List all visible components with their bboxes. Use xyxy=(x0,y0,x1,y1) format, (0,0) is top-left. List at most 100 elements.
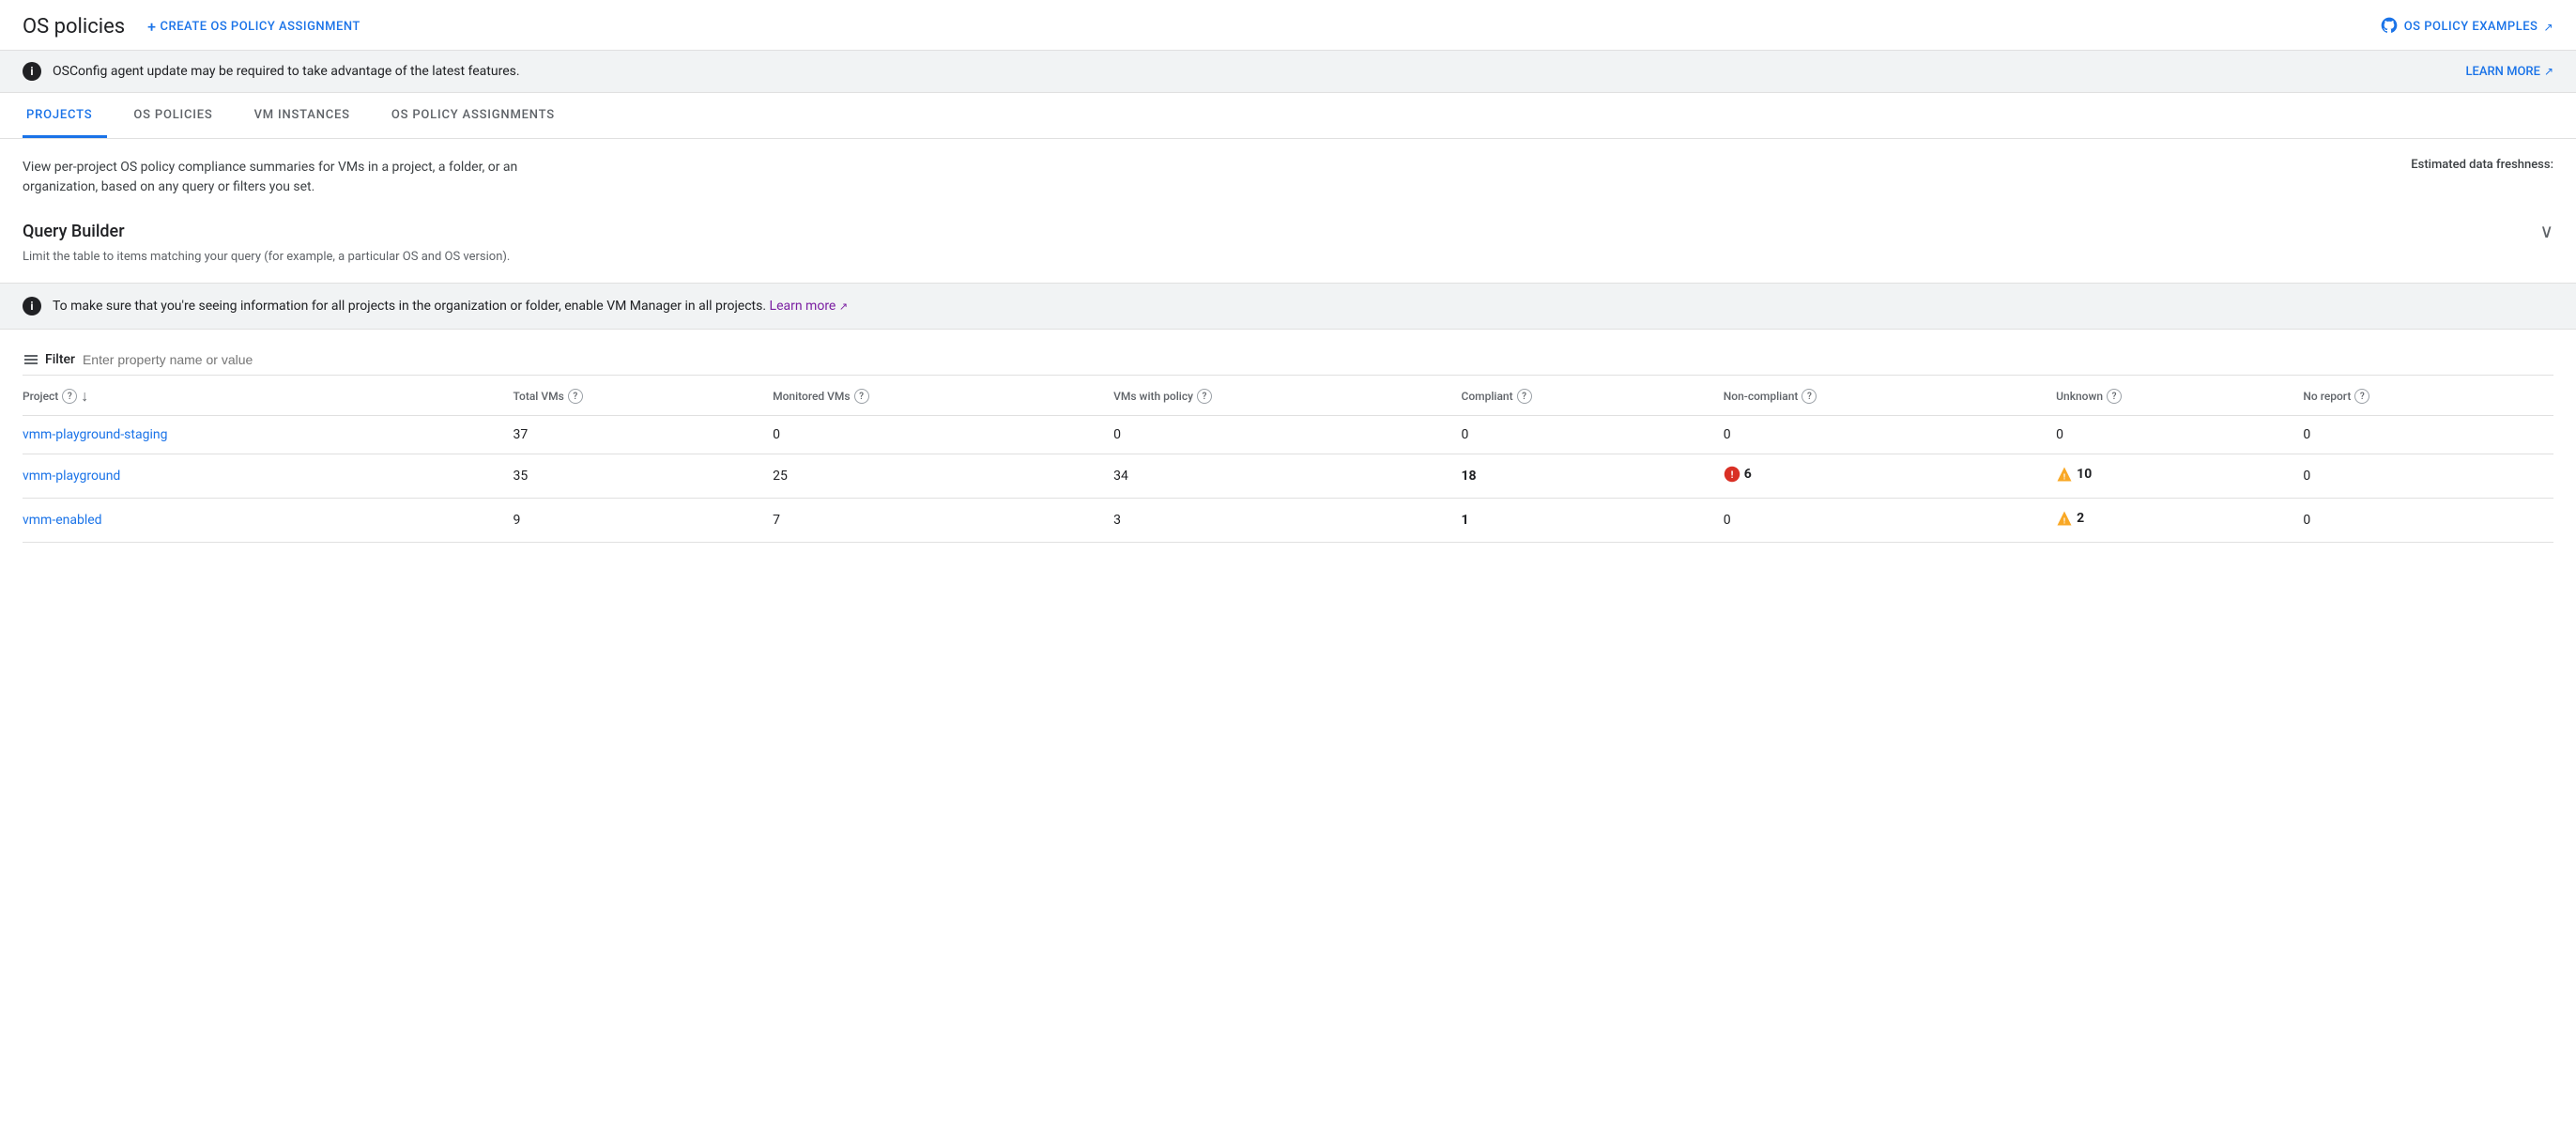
query-builder: Query Builder ∨ Limit the table to items… xyxy=(23,220,2553,264)
project-link[interactable]: vmm-playground xyxy=(23,469,120,484)
cell-monitored-vms: 7 xyxy=(773,499,1113,543)
github-icon xyxy=(2380,16,2399,38)
cell-non-compliant: 0 xyxy=(1724,416,2056,454)
tab-projects[interactable]: PROJECTS xyxy=(23,93,107,138)
cell-project: vmm-playground xyxy=(23,454,514,499)
info-banner-left: i OSConfig agent update may be required … xyxy=(23,62,520,81)
create-os-policy-link[interactable]: + CREATE OS POLICY ASSIGNMENT xyxy=(147,18,360,36)
filter-icon xyxy=(23,355,39,364)
info-banner-2: i To make sure that you're seeing inform… xyxy=(0,283,2576,330)
cell-total-vms: 37 xyxy=(514,416,774,454)
col-vms-with-policy: VMs with policy ? xyxy=(1113,376,1461,416)
monitored-vms-help-icon[interactable]: ? xyxy=(854,389,869,404)
non-compliant-value: 6 xyxy=(1744,467,1752,482)
external-link-icon: ↗ xyxy=(2543,21,2553,34)
table-row: vmm-enabled97310!20 xyxy=(23,499,2553,543)
unknown-help-icon[interactable]: ? xyxy=(2107,389,2122,404)
vms-with-policy-help-icon[interactable]: ? xyxy=(1197,389,1212,404)
cell-no-report: 0 xyxy=(2303,454,2553,499)
table-row: vmm-playground35253418!6!100 xyxy=(23,454,2553,499)
unknown-badge: !2 xyxy=(2056,510,2084,527)
description-row: View per-project OS policy compliance su… xyxy=(23,158,2553,197)
svg-text:!: ! xyxy=(1730,469,1733,481)
svg-text:!: ! xyxy=(2063,516,2065,526)
cell-unknown: 0 xyxy=(2056,416,2303,454)
external-link-icon-3: ↗ xyxy=(839,300,848,313)
query-builder-header[interactable]: Query Builder ∨ xyxy=(23,220,2553,250)
svg-text:!: ! xyxy=(2063,472,2065,482)
cell-compliant: 18 xyxy=(1462,454,1724,499)
filter-row: Filter xyxy=(23,345,2553,376)
col-project: Project ? ↓ xyxy=(23,376,514,416)
query-builder-title: Query Builder xyxy=(23,222,125,241)
filter-icon-area: Filter xyxy=(23,352,75,367)
col-non-compliant: Non-compliant ? xyxy=(1724,376,2056,416)
learn-more-link[interactable]: LEARN MORE ↗ xyxy=(2465,65,2553,79)
cell-non-compliant: 0 xyxy=(1724,499,2056,543)
table-container: Project ? ↓ Total VMs ? Monitored xyxy=(23,376,2553,543)
examples-link-label: OS POLICY EXAMPLES xyxy=(2404,20,2538,34)
cell-unknown: ! 10 xyxy=(2056,454,2303,499)
info-banner-2-prefix: To make sure that you're seeing informat… xyxy=(53,299,766,314)
cell-compliant: 0 xyxy=(1462,416,1724,454)
project-help-icon[interactable]: ? xyxy=(62,389,77,404)
info-banner-2-text: To make sure that you're seeing informat… xyxy=(53,299,848,314)
tab-os-policies[interactable]: OS POLICIES xyxy=(130,93,227,138)
warning-icon: ! xyxy=(2056,466,2073,483)
chevron-down-icon: ∨ xyxy=(2539,220,2553,242)
filter-label: Filter xyxy=(45,352,75,367)
cell-vms-with-policy: 3 xyxy=(1113,499,1461,543)
total-vms-help-icon[interactable]: ? xyxy=(568,389,583,404)
cell-project: vmm-playground-staging xyxy=(23,416,514,454)
os-policy-examples-link[interactable]: OS POLICY EXAMPLES ↗ xyxy=(2380,16,2553,38)
col-no-report: No report ? xyxy=(2303,376,2553,416)
compliant-help-icon[interactable]: ? xyxy=(1517,389,1532,404)
filter-input[interactable] xyxy=(83,352,364,367)
project-link[interactable]: vmm-playground-staging xyxy=(23,427,167,442)
cell-compliant: 1 xyxy=(1462,499,1724,543)
col-total-vms: Total VMs ? xyxy=(514,376,774,416)
learn-more-label: LEARN MORE xyxy=(2465,65,2539,79)
col-monitored-vms: Monitored VMs ? xyxy=(773,376,1113,416)
cell-total-vms: 35 xyxy=(514,454,774,499)
plus-icon: + xyxy=(147,18,156,36)
table-header-row: Project ? ↓ Total VMs ? Monitored xyxy=(23,376,2553,416)
data-freshness-label: Estimated data freshness: xyxy=(2411,158,2553,172)
project-sort-icon[interactable]: ↓ xyxy=(81,387,88,406)
cell-monitored-vms: 25 xyxy=(773,454,1113,499)
cell-monitored-vms: 0 xyxy=(773,416,1113,454)
cell-vms-with-policy: 34 xyxy=(1113,454,1461,499)
cell-unknown: !2 xyxy=(2056,499,2303,543)
cell-no-report: 0 xyxy=(2303,416,2553,454)
main-content: View per-project OS policy compliance su… xyxy=(0,139,2576,562)
info-icon: i xyxy=(23,62,41,81)
info-banner: i OSConfig agent update may be required … xyxy=(0,51,2576,93)
tab-os-policy-assignments[interactable]: OS POLICY ASSIGNMENTS xyxy=(388,93,570,138)
tab-vm-instances[interactable]: VM INSTANCES xyxy=(251,93,365,138)
unknown-badge: ! 10 xyxy=(2056,466,2092,483)
error-icon: ! xyxy=(1724,466,1740,483)
header-left: OS policies + CREATE OS POLICY ASSIGNMEN… xyxy=(23,15,360,38)
non-compliant-help-icon[interactable]: ? xyxy=(1802,389,1817,404)
table-row: vmm-playground-staging37000000 xyxy=(23,416,2553,454)
non-compliant-badge: !6 xyxy=(1724,466,1752,483)
cell-no-report: 0 xyxy=(2303,499,2553,543)
no-report-help-icon[interactable]: ? xyxy=(2354,389,2369,404)
col-unknown: Unknown ? xyxy=(2056,376,2303,416)
cell-vms-with-policy: 0 xyxy=(1113,416,1461,454)
projects-table: Project ? ↓ Total VMs ? Monitored xyxy=(23,376,2553,543)
cell-project: vmm-enabled xyxy=(23,499,514,543)
query-builder-subtitle: Limit the table to items matching your q… xyxy=(23,250,2553,264)
page-header: OS policies + CREATE OS POLICY ASSIGNMEN… xyxy=(0,0,2576,51)
cell-total-vms: 9 xyxy=(514,499,774,543)
cell-non-compliant: !6 xyxy=(1724,454,2056,499)
unknown-value: 10 xyxy=(2077,467,2092,482)
project-link[interactable]: vmm-enabled xyxy=(23,513,102,528)
info-icon-2: i xyxy=(23,297,41,315)
page-title: OS policies xyxy=(23,15,125,38)
header-right: OS POLICY EXAMPLES ↗ xyxy=(2380,16,2553,38)
info-banner-text: OSConfig agent update may be required to… xyxy=(53,64,520,79)
external-link-icon-2: ↗ xyxy=(2544,65,2553,78)
info-banner-2-learn-more[interactable]: Learn more ↗ xyxy=(770,299,849,314)
create-link-label: CREATE OS POLICY ASSIGNMENT xyxy=(161,20,360,34)
